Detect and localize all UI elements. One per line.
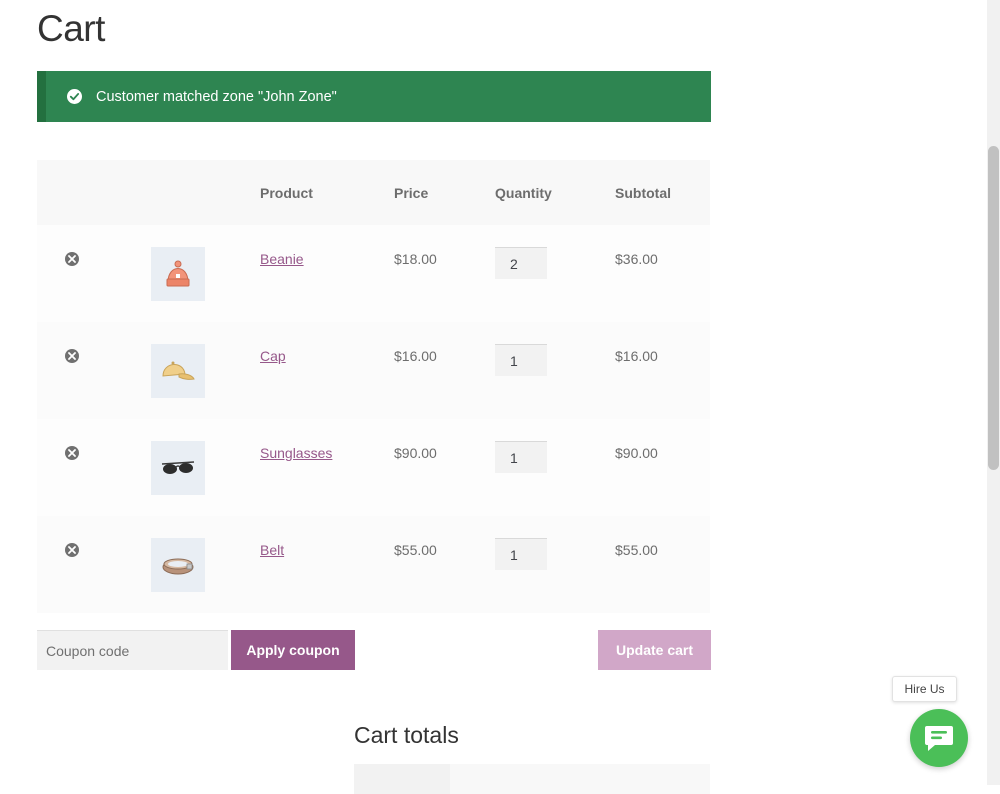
cart-totals-heading: Cart totals — [354, 722, 459, 748]
table-header-row: Product Price Quantity Subtotal — [37, 160, 710, 225]
coupon-input[interactable] — [37, 630, 228, 670]
table-row: Sunglasses $90.00 $90.00 — [37, 419, 710, 516]
product-subtotal: $36.00 — [615, 251, 658, 267]
success-notice: Customer matched zone "John Zone" — [37, 71, 711, 122]
product-thumbnail[interactable] — [151, 441, 205, 495]
quantity-input[interactable] — [495, 441, 547, 473]
product-price: $16.00 — [394, 348, 437, 364]
product-subtotal: $90.00 — [615, 445, 658, 461]
belt-icon — [162, 558, 194, 575]
product-price: $90.00 — [394, 445, 437, 461]
totals-label-cell — [354, 764, 450, 794]
product-price: $55.00 — [394, 542, 437, 558]
header-product: Product — [260, 160, 394, 225]
product-thumbnail[interactable] — [151, 247, 205, 301]
remove-item-icon[interactable] — [65, 252, 79, 266]
product-link[interactable]: Cap — [260, 348, 286, 364]
chat-widget-button[interactable] — [910, 709, 968, 767]
header-thumbnail — [148, 160, 260, 225]
cart-table: Product Price Quantity Subtotal Beanie $… — [37, 160, 710, 613]
update-cart-button[interactable]: Update cart — [598, 630, 711, 670]
header-price: Price — [394, 160, 495, 225]
header-subtotal: Subtotal — [615, 160, 710, 225]
quantity-input[interactable] — [495, 538, 547, 570]
notice-message: Customer matched zone "John Zone" — [96, 88, 337, 105]
table-row: Beanie $18.00 $36.00 — [37, 225, 710, 322]
product-subtotal: $55.00 — [615, 542, 658, 558]
header-quantity: Quantity — [495, 160, 615, 225]
remove-item-icon[interactable] — [65, 446, 79, 460]
page-title: Cart — [37, 8, 105, 49]
product-link[interactable]: Belt — [260, 542, 284, 558]
header-remove — [37, 160, 148, 225]
product-link[interactable]: Sunglasses — [260, 445, 332, 461]
table-row: Belt $55.00 $55.00 — [37, 516, 710, 613]
table-row: Cap $16.00 $16.00 — [37, 322, 710, 419]
cap-icon — [162, 361, 195, 380]
remove-item-icon[interactable] — [65, 349, 79, 363]
scrollbar-thumb[interactable] — [988, 146, 999, 470]
totals-row — [354, 764, 710, 794]
beanie-icon — [166, 260, 190, 287]
product-price: $18.00 — [394, 251, 437, 267]
apply-coupon-button[interactable]: Apply coupon — [231, 630, 355, 670]
product-thumbnail[interactable] — [151, 538, 205, 592]
page-scrollbar[interactable] — [987, 0, 1000, 785]
product-subtotal: $16.00 — [615, 348, 658, 364]
sunglasses-icon — [161, 461, 195, 474]
quantity-input[interactable] — [495, 344, 547, 376]
product-link[interactable]: Beanie — [260, 251, 304, 267]
chat-icon — [925, 726, 953, 751]
quantity-input[interactable] — [495, 247, 547, 279]
check-circle-icon — [67, 89, 82, 104]
product-thumbnail[interactable] — [151, 344, 205, 398]
remove-item-icon[interactable] — [65, 543, 79, 557]
hire-us-tooltip[interactable]: Hire Us — [892, 676, 957, 702]
